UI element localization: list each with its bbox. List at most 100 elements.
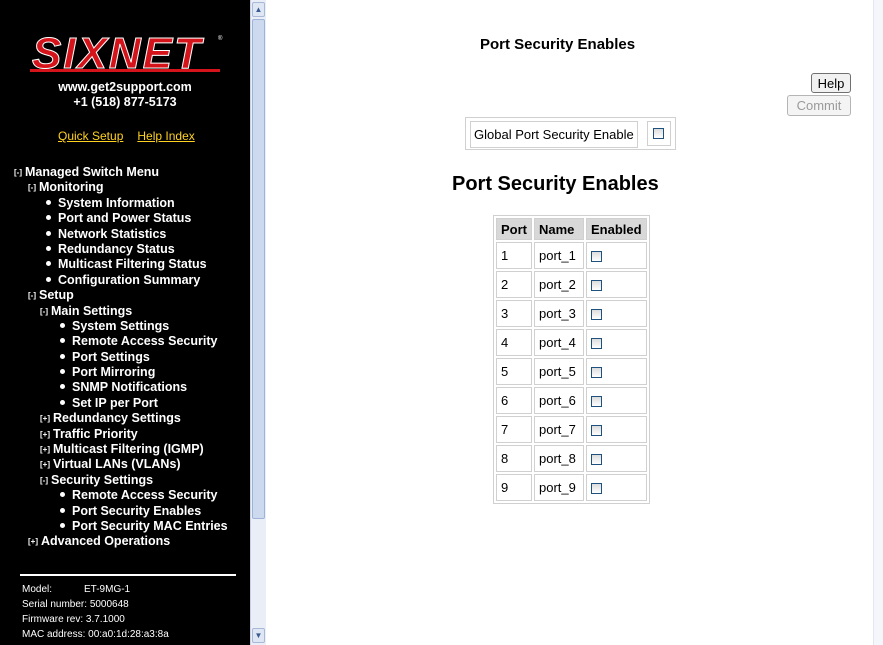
menu-item-label[interactable]: SNMP Notifications: [72, 380, 187, 394]
menu-item-label[interactable]: Set IP per Port: [72, 396, 158, 410]
menu-item[interactable]: Redundancy Status: [14, 242, 228, 257]
collapse-toggle-icon[interactable]: [-]: [14, 168, 22, 177]
bullet-icon: [60, 492, 65, 498]
bullet-icon: [46, 199, 51, 205]
table-row: 4 port_4: [496, 329, 647, 356]
collapse-toggle-icon[interactable]: [-]: [28, 291, 36, 300]
menu-item[interactable]: Remote Access Security: [14, 334, 228, 349]
menu-item[interactable]: Port Settings: [14, 350, 228, 365]
menu-item-label[interactable]: Monitoring: [39, 180, 104, 194]
menu-item-label[interactable]: Port Security MAC Entries: [72, 519, 228, 533]
serial-label: Serial number:: [22, 599, 88, 610]
menu-item[interactable]: SNMP Notifications: [14, 380, 228, 395]
port-number-cell: 9: [496, 474, 532, 501]
collapse-toggle-icon[interactable]: [-]: [40, 476, 48, 485]
expand-toggle-icon[interactable]: [+]: [40, 460, 50, 469]
menu-item-label[interactable]: Advanced Operations: [41, 534, 170, 548]
menu-item[interactable]: System Information: [14, 196, 228, 211]
sidebar-scrollbar[interactable]: ▲ ▼: [250, 0, 266, 645]
bullet-icon: [60, 399, 65, 405]
port-enabled-checkbox[interactable]: [591, 396, 602, 407]
menu-folder[interactable]: [+] Traffic Priority: [14, 427, 228, 442]
collapse-toggle-icon[interactable]: [-]: [28, 183, 36, 192]
expand-toggle-icon[interactable]: [+]: [40, 445, 50, 454]
menu-item-label[interactable]: Traffic Priority: [53, 427, 138, 441]
menu-folder[interactable]: [-] Setup: [14, 288, 228, 303]
menu-item[interactable]: Configuration Summary: [14, 273, 228, 288]
global-port-security-checkbox[interactable]: [653, 128, 664, 139]
menu-item-label[interactable]: Remote Access Security: [72, 334, 217, 348]
port-enabled-checkbox[interactable]: [591, 309, 602, 320]
scroll-down-arrow-icon[interactable]: ▼: [252, 628, 265, 643]
menu-folder[interactable]: [-] Security Settings: [14, 473, 228, 488]
port-number-cell: 8: [496, 445, 532, 472]
menu-item-label[interactable]: Setup: [39, 288, 74, 302]
menu-item[interactable]: Port Security Enables: [14, 504, 228, 519]
menu-folder[interactable]: [-] Managed Switch Menu: [14, 165, 228, 180]
quick-setup-link[interactable]: Quick Setup: [58, 129, 123, 143]
menu-item[interactable]: System Settings: [14, 319, 228, 334]
support-phone: +1 (518) 877-5173: [73, 95, 177, 109]
menu-item[interactable]: Remote Access Security: [14, 488, 228, 503]
port-enabled-checkbox[interactable]: [591, 338, 602, 349]
menu-item-label[interactable]: Configuration Summary: [58, 273, 200, 287]
menu-item-label[interactable]: Multicast Filtering (IGMP): [53, 442, 204, 456]
help-index-link[interactable]: Help Index: [137, 129, 194, 143]
bullet-icon: [60, 384, 65, 390]
port-enabled-checkbox[interactable]: [591, 425, 602, 436]
menu-folder[interactable]: [+] Redundancy Settings: [14, 411, 228, 426]
bullet-icon: [60, 353, 65, 359]
menu-item[interactable]: Port and Power Status: [14, 211, 228, 226]
menu-item-label[interactable]: Virtual LANs (VLANs): [53, 457, 181, 471]
port-enabled-checkbox[interactable]: [591, 454, 602, 465]
menu-item-label[interactable]: Main Settings: [51, 304, 132, 318]
scroll-up-arrow-icon[interactable]: ▲: [252, 2, 265, 17]
menu-item-label[interactable]: Remote Access Security: [72, 488, 217, 502]
scrollbar-thumb[interactable]: [252, 19, 265, 519]
menu-item-label[interactable]: Port Security Enables: [72, 504, 201, 518]
menu-item-label[interactable]: Redundancy Settings: [53, 411, 181, 425]
expand-toggle-icon[interactable]: [+]: [40, 414, 50, 423]
port-security-table: Port Name Enabled 1 port_1 2 port_2 3 port_3 4…: [493, 215, 650, 504]
menu-item-label[interactable]: System Information: [58, 196, 175, 210]
collapse-toggle-icon[interactable]: [-]: [40, 307, 48, 316]
right-frame-edge: [873, 0, 883, 645]
support-website: www.get2support.com: [58, 80, 192, 94]
commit-button[interactable]: Commit: [787, 95, 851, 116]
table-row: 6 port_6: [496, 387, 647, 414]
bullet-icon: [60, 369, 65, 375]
device-mac: MAC address: 00:a0:1d:28:a3:8a: [22, 629, 169, 640]
menu-item-label[interactable]: Network Statistics: [58, 227, 166, 241]
menu-item[interactable]: Port Mirroring: [14, 365, 228, 380]
enabled-column-header: Enabled: [586, 218, 647, 240]
expand-toggle-icon[interactable]: [+]: [28, 537, 38, 546]
menu-item[interactable]: Multicast Filtering Status: [14, 257, 228, 272]
menu-item[interactable]: Port Security MAC Entries: [14, 519, 228, 534]
menu-item-label[interactable]: Security Settings: [51, 473, 153, 487]
menu-item[interactable]: Network Statistics: [14, 227, 228, 242]
menu-item-label[interactable]: Multicast Filtering Status: [58, 257, 207, 271]
port-enabled-checkbox[interactable]: [591, 483, 602, 494]
enabled-cell: [586, 445, 647, 472]
port-enabled-checkbox[interactable]: [591, 251, 602, 262]
port-enabled-checkbox[interactable]: [591, 367, 602, 378]
mac-value: 00:a0:1d:28:a3:8a: [88, 629, 169, 640]
quick-links: Quick Setup Help Index: [58, 129, 209, 143]
menu-folder[interactable]: [-] Monitoring: [14, 180, 228, 195]
page-title: Port Security Enables: [480, 36, 636, 53]
menu-item-label[interactable]: Port and Power Status: [58, 211, 191, 225]
menu-item-label[interactable]: Managed Switch Menu: [25, 165, 159, 179]
menu-folder[interactable]: [-] Main Settings: [14, 304, 228, 319]
menu-item[interactable]: Set IP per Port: [14, 396, 228, 411]
serial-value: 5000648: [89, 599, 129, 610]
port-enabled-checkbox[interactable]: [591, 280, 602, 291]
menu-folder[interactable]: [+] Advanced Operations: [14, 534, 228, 549]
menu-item-label[interactable]: Redundancy Status: [58, 242, 175, 256]
menu-folder[interactable]: [+] Virtual LANs (VLANs): [14, 457, 228, 472]
menu-item-label[interactable]: System Settings: [72, 319, 169, 333]
expand-toggle-icon[interactable]: [+]: [40, 430, 50, 439]
menu-item-label[interactable]: Port Mirroring: [72, 365, 155, 379]
menu-item-label[interactable]: Port Settings: [72, 350, 150, 364]
menu-folder[interactable]: [+] Multicast Filtering (IGMP): [14, 442, 228, 457]
help-button[interactable]: Help: [811, 73, 851, 93]
